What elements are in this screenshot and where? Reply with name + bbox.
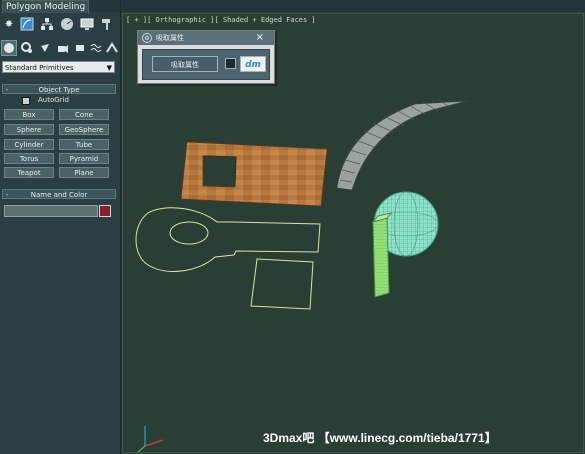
axis-tripod-icon [137, 426, 164, 453]
dialog-checkbox[interactable] [225, 58, 236, 69]
wood-plate-object [180, 141, 328, 207]
spiral-stairs-object [336, 99, 468, 191]
spline-shape-object [135, 207, 321, 310]
dialog-title: 吸取属性 [156, 34, 184, 42]
watermark-text: 3Dmax吧 【www.linecg.com/tieba/1771】 [263, 431, 497, 445]
dm-logo: dm [240, 56, 266, 72]
absorb-properties-button[interactable]: 吸取属性 [152, 56, 218, 72]
viewport-scene [135, 99, 468, 453]
close-icon[interactable]: × [256, 31, 264, 45]
dialog-titlebar[interactable]: ⚙ 吸取属性 × [138, 31, 274, 45]
dialog-body: 吸取属性 dm [142, 49, 270, 80]
settings-icon: ⚙ [142, 33, 152, 43]
absorb-properties-dialog: ⚙ 吸取属性 × 吸取属性 dm [137, 30, 275, 84]
